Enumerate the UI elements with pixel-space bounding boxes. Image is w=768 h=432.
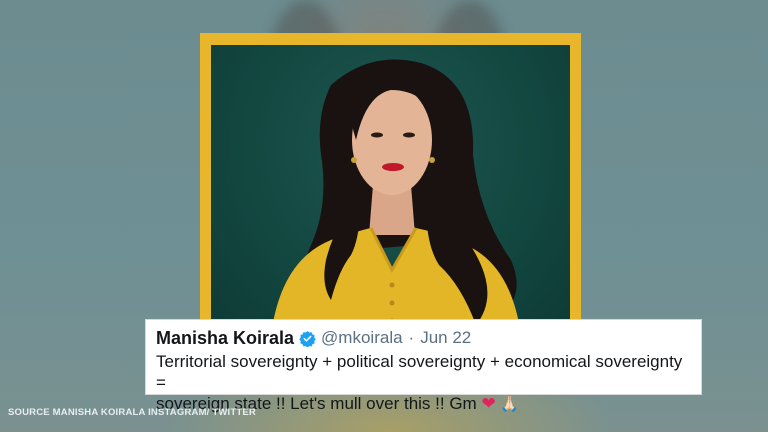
portrait-illustration [271,59,521,335]
tweet-text: Territorial sovereignty + political sove… [156,351,696,415]
tweet-handle[interactable]: @mkoirala [321,328,403,348]
tweet-text-line-1: Territorial sovereignty + political sove… [156,352,683,392]
heart-emoji-icon: ❤ [481,394,496,413]
portrait-photo [211,45,570,335]
tweet-author-name[interactable]: Manisha Koirala [156,328,294,349]
tweet-card: Manisha Koirala @mkoirala · Jun 22 Terri… [145,319,702,413]
verified-badge-icon [299,330,316,347]
tweet-date[interactable]: Jun 22 [420,328,471,348]
folded-hands-emoji-icon: 🙏🏻 [500,396,520,413]
tweet-header: Manisha Koirala @mkoirala · Jun 22 [156,327,691,349]
source-caption: SOURCE MANISHA KOIRALA INSTAGRAM/ TWITTE… [8,407,256,418]
tweet-separator: · [408,328,415,347]
